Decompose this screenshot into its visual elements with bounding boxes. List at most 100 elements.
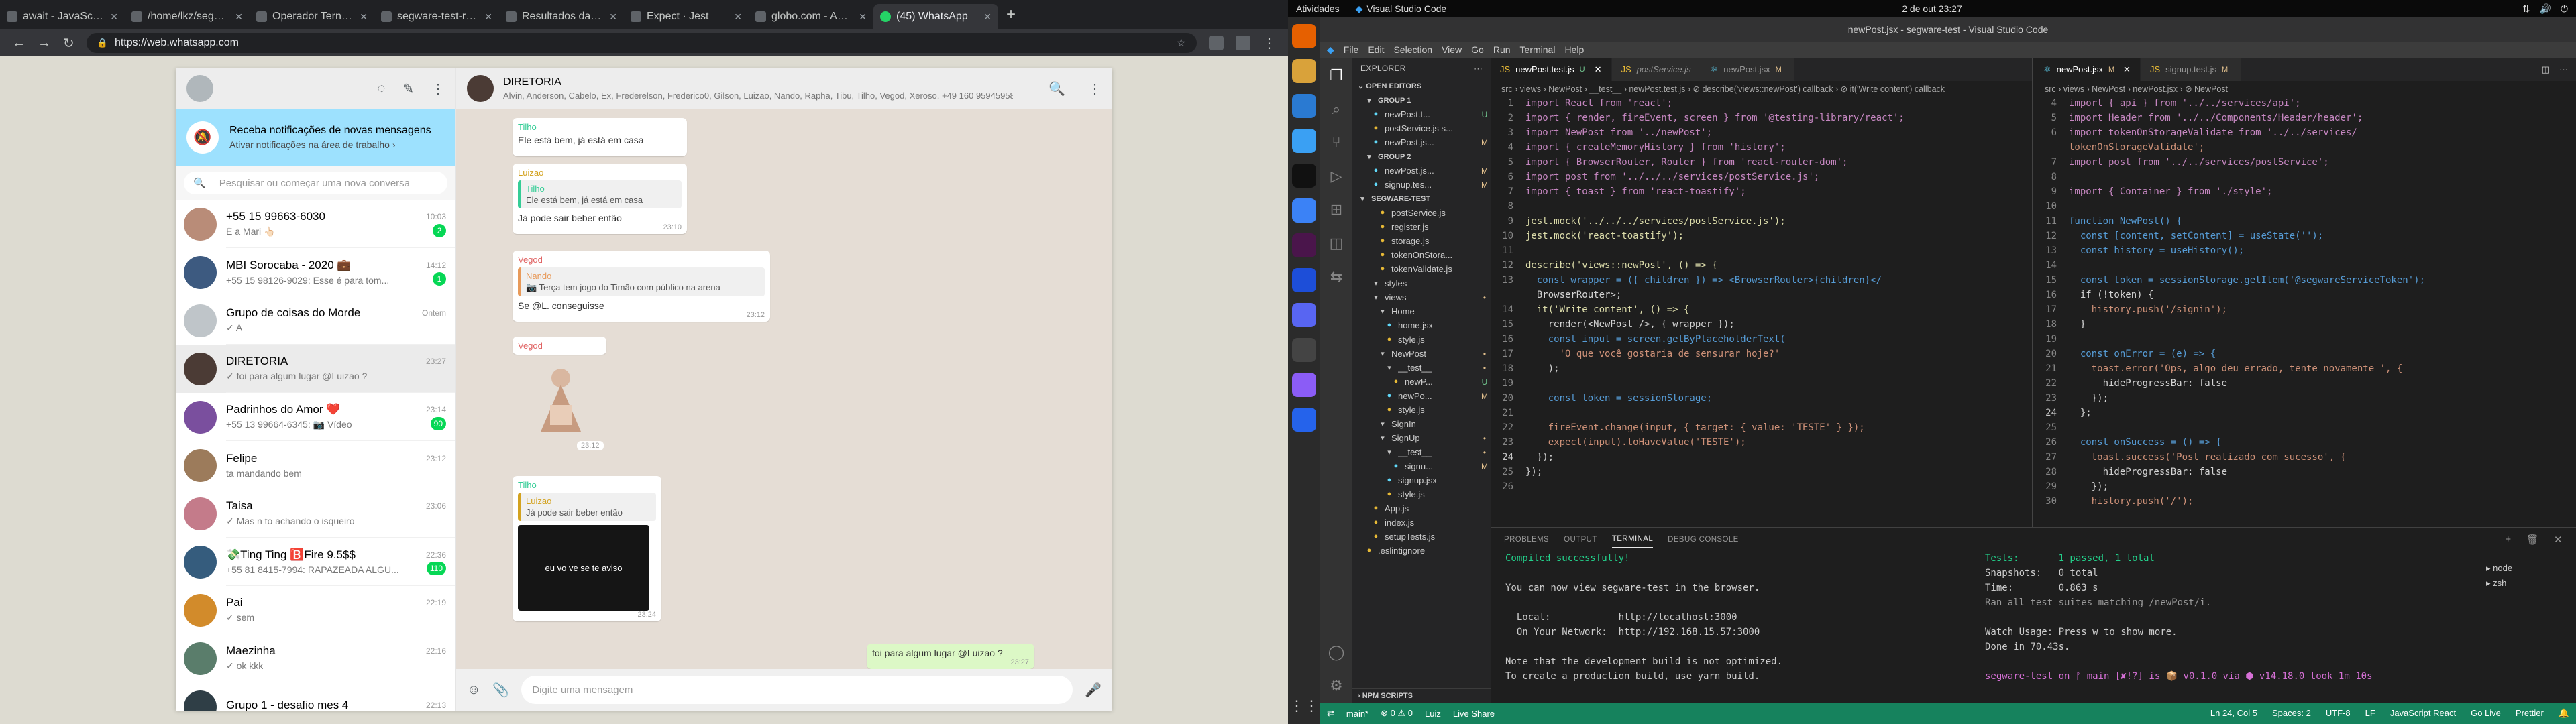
menu-kebab-icon[interactable]: ⋮: [1088, 80, 1102, 97]
menu-edit[interactable]: Edit: [1368, 44, 1384, 55]
tree-folder[interactable]: ▾ NewPost •: [1352, 347, 1491, 361]
search-icon[interactable]: 🔍: [1049, 80, 1065, 97]
my-avatar[interactable]: [186, 75, 213, 102]
remote-icon[interactable]: ⇄: [1327, 708, 1334, 719]
browser-tab[interactable]: await - JavaScript | MDN ✕: [0, 4, 125, 29]
message-bubble[interactable]: Vegod Nando 📷 Terça tem jogo do Timão co…: [513, 251, 770, 322]
tree-file[interactable]: ● newPost.js... M: [1352, 164, 1491, 178]
close-icon[interactable]: ✕: [983, 11, 991, 23]
tree-file[interactable]: ● home.jsx: [1352, 318, 1491, 333]
account-name[interactable]: Luiz: [1425, 709, 1441, 719]
chat-item[interactable]: 💸Ting Ting 🅱️Fire 9.5$$ 22:36 +55 81 8415-…: [176, 538, 455, 586]
microphone-icon[interactable]: 🎤: [1085, 682, 1102, 699]
chat-item[interactable]: Pai 22:19 ✓ sem: [176, 586, 455, 634]
quoted-message[interactable]: Nando 📷 Terça tem jogo do Timão com públ…: [518, 267, 765, 296]
tree-folder[interactable]: ▾ SignIn: [1352, 417, 1491, 431]
chat-item[interactable]: Felipe 23:12 ta mandando bem: [176, 441, 455, 489]
firefox-icon[interactable]: [1292, 24, 1316, 48]
tree-file[interactable]: ● newP... U: [1352, 375, 1491, 389]
browser-tab-active[interactable]: (45) WhatsApp ✕: [873, 4, 998, 29]
tree-file[interactable]: ● tokenOnStora...: [1352, 248, 1491, 262]
new-terminal-icon[interactable]: +: [2505, 534, 2511, 545]
tree-file[interactable]: ● .eslintignore: [1352, 544, 1491, 558]
remote-icon[interactable]: ⇆: [1330, 268, 1342, 286]
search-icon[interactable]: ⌕: [1332, 101, 1340, 118]
tree-file[interactable]: ● setupTests.js: [1352, 530, 1491, 544]
menu-selection[interactable]: Selection: [1393, 44, 1432, 55]
message-bubble[interactable]: Tilho Ele está bem, já está em casa: [513, 118, 687, 156]
message-bubble[interactable]: Luizao Tilho Ele está bem, já está em ca…: [513, 164, 687, 234]
activities-button[interactable]: Atividades: [1296, 3, 1340, 14]
group-avatar[interactable]: [467, 75, 494, 102]
code-editor[interactable]: 1 import React from 'react'; 2 import { ren…: [1491, 96, 2032, 494]
close-icon[interactable]: ✕: [1595, 64, 1602, 75]
emoji-icon[interactable]: ☺: [467, 682, 480, 698]
menu-view[interactable]: View: [1442, 44, 1462, 55]
browser-tab[interactable]: Expect · Jest ✕: [624, 4, 749, 29]
chat-item[interactable]: Grupo 1 - desafio mes 4 22:13: [176, 682, 455, 711]
menu-terminal[interactable]: Terminal: [1520, 44, 1556, 55]
terminal-pane-2[interactable]: Tests: 1 passed, 1 total Snapshots: 0 tot…: [1978, 551, 2447, 713]
tree-folder[interactable]: ▾ __test__ •: [1352, 445, 1491, 459]
notification-link[interactable]: Ativar notificações na área de trabalho …: [229, 139, 431, 150]
url-input[interactable]: 🔒 https://web.whatsapp.com ☆: [86, 33, 1197, 53]
npm-scripts-section[interactable]: › NPM SCRIPTS: [1352, 688, 1491, 703]
close-icon[interactable]: ✕: [110, 11, 118, 23]
tree-file[interactable]: ● storage.js: [1352, 234, 1491, 248]
terminal-instance[interactable]: ▸ node: [2486, 561, 2567, 576]
open-editors-section[interactable]: ⌄ OPEN EDITORS: [1352, 79, 1491, 93]
chat-item[interactable]: Padrinhos do Amor ❤️ 23:14 +55 13 99664-63…: [176, 393, 455, 441]
extension-icon[interactable]: [1236, 36, 1250, 50]
close-icon[interactable]: ✕: [360, 11, 368, 23]
reload-icon[interactable]: ↻: [63, 35, 74, 52]
tree-file[interactable]: ● register.js: [1352, 220, 1491, 234]
tree-file[interactable]: ● signup.jsx: [1352, 473, 1491, 487]
clock[interactable]: 2 de out 23:27: [1902, 3, 1962, 14]
terminal-pane-1[interactable]: Compiled successfully! You can now view …: [1505, 551, 1975, 684]
tree-folder[interactable]: ▾ SignUp •: [1352, 431, 1491, 445]
discord-icon[interactable]: [1292, 303, 1316, 327]
live-share[interactable]: Live Share: [1453, 709, 1495, 719]
account-icon[interactable]: ◯: [1328, 644, 1345, 661]
menu-kebab-icon[interactable]: ⋮: [431, 80, 445, 97]
terminal-instance[interactable]: ▸ zsh: [2486, 576, 2567, 591]
tab-debug-console[interactable]: DEBUG CONSOLE: [1668, 536, 1739, 544]
forward-arrow-icon[interactable]: →: [38, 36, 51, 51]
close-icon[interactable]: ✕: [235, 11, 243, 23]
chat-item[interactable]: Taisa 23:06 ✓ Mas n to achando o isqueiro: [176, 489, 455, 538]
message-bubble[interactable]: Tilho Luizao Já pode sair beber então eu…: [513, 476, 661, 621]
more-icon[interactable]: ···: [2559, 64, 2568, 74]
menu-go[interactable]: Go: [1471, 44, 1484, 55]
close-icon[interactable]: ✕: [609, 11, 617, 23]
editor-tab[interactable]: JS newPost.test.js U ✕: [1491, 58, 1612, 81]
close-icon[interactable]: ✕: [859, 11, 867, 23]
tree-folder[interactable]: ▾ GROUP 2: [1352, 149, 1491, 164]
new-tab-button[interactable]: +: [998, 5, 1024, 29]
tree-file[interactable]: ● newPost.t... U: [1352, 107, 1491, 121]
tree-file[interactable]: ● postService.js: [1352, 206, 1491, 220]
tree-folder[interactable]: ▾ __test__ •: [1352, 361, 1491, 375]
chat-item[interactable]: MBI Sorocaba - 2020 💼 14:12 +55 15 98126-9…: [176, 248, 455, 296]
quoted-message[interactable]: Tilho Ele está bem, já está em casa: [518, 180, 682, 208]
extension-icon[interactable]: [1209, 36, 1224, 50]
message-input[interactable]: Digite uma mensagem: [521, 676, 1073, 704]
app-menu[interactable]: ◆ Visual Studio Code: [1356, 3, 1447, 15]
close-icon[interactable]: ✕: [734, 11, 742, 23]
terminal-icon[interactable]: [1292, 164, 1316, 188]
conversation-header[interactable]: DIRETORIA Alvin, Anderson, Cabelo, Ex, F…: [456, 68, 1112, 109]
tree-folder[interactable]: ▾ GROUP 1: [1352, 93, 1491, 107]
tab-output[interactable]: OUTPUT: [1564, 536, 1597, 544]
tree-file[interactable]: ● index.js: [1352, 516, 1491, 530]
go-live[interactable]: Go Live: [2471, 708, 2501, 719]
tree-file[interactable]: ● style.js: [1352, 333, 1491, 347]
close-icon[interactable]: ✕: [2554, 534, 2563, 546]
editor-tab[interactable]: JS postService.js: [1611, 58, 1701, 81]
more-icon[interactable]: ···: [1474, 64, 1483, 73]
tree-folder[interactable]: ▾ styles: [1352, 276, 1491, 290]
notification-banner[interactable]: 🔕 Receba notificações de novas mensagens…: [176, 109, 455, 166]
tree-file[interactable]: ● signup.tes... M: [1352, 178, 1491, 192]
menu-kebab-icon[interactable]: ⋮: [1263, 35, 1276, 52]
browser-tab[interactable]: Resultados da pesquisa ✕: [499, 4, 624, 29]
files-icon[interactable]: [1292, 59, 1316, 83]
tree-file[interactable]: ● signu... M: [1352, 459, 1491, 473]
